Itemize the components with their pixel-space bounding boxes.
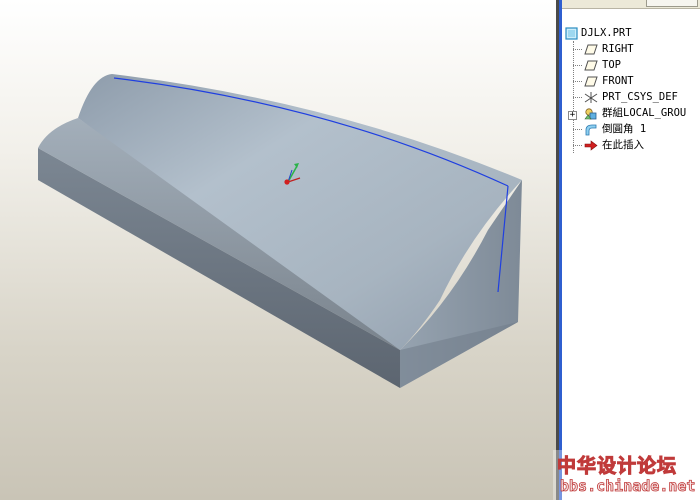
tree-item-root[interactable]: DJLX.PRT xyxy=(562,25,700,41)
tree-item-label: TOP xyxy=(602,59,621,71)
tree-item-label: PRT_CSYS_DEF xyxy=(602,91,678,103)
graphics-viewport[interactable] xyxy=(0,0,556,500)
tree-item-label: RIGHT xyxy=(602,43,634,55)
model-tree-panel: + DJLX.PRT RIGHT TOP FRONT PRT_CSYS_DEF … xyxy=(562,0,700,500)
tree-item-right[interactable]: RIGHT xyxy=(562,41,700,57)
datum-plane-icon xyxy=(584,60,598,71)
model-tree: DJLX.PRT RIGHT TOP FRONT PRT_CSYS_DEF 群組… xyxy=(562,25,700,153)
tree-item-label: 在此插入 xyxy=(602,139,644,151)
datum-plane-icon xyxy=(584,44,598,55)
watermark: 中华设计论坛 bbs.chinade.net xyxy=(553,450,700,500)
tree-item-label: 群組LOCAL_GROU xyxy=(602,107,687,119)
panel-toolbar xyxy=(562,0,700,9)
insert-here-arrow-icon xyxy=(584,140,598,151)
tree-item-insert-here[interactable]: 在此插入 xyxy=(562,137,700,153)
coordinate-system-icon xyxy=(584,92,598,103)
tree-item-label: 倒圓角 1 xyxy=(602,123,647,135)
watermark-title: 中华设计论坛 xyxy=(556,455,678,478)
3d-model-view[interactable] xyxy=(0,0,556,500)
datum-plane-icon xyxy=(584,76,598,87)
group-icon xyxy=(584,108,597,120)
tree-item-label: DJLX.PRT xyxy=(581,27,632,39)
panel-toolbar-button[interactable] xyxy=(646,0,698,7)
tree-item-top[interactable]: TOP xyxy=(562,57,700,73)
tree-item-round[interactable]: 倒圓角 1 xyxy=(562,121,700,137)
tree-item-group[interactable]: 群組LOCAL_GROU xyxy=(562,105,700,121)
watermark-url: bbs.chinade.net xyxy=(560,477,696,496)
tree-item-label: FRONT xyxy=(602,75,634,87)
tree-item-csys[interactable]: PRT_CSYS_DEF xyxy=(562,89,700,105)
round-icon xyxy=(585,124,597,136)
tree-item-front[interactable]: FRONT xyxy=(562,73,700,89)
part-icon xyxy=(565,27,578,40)
